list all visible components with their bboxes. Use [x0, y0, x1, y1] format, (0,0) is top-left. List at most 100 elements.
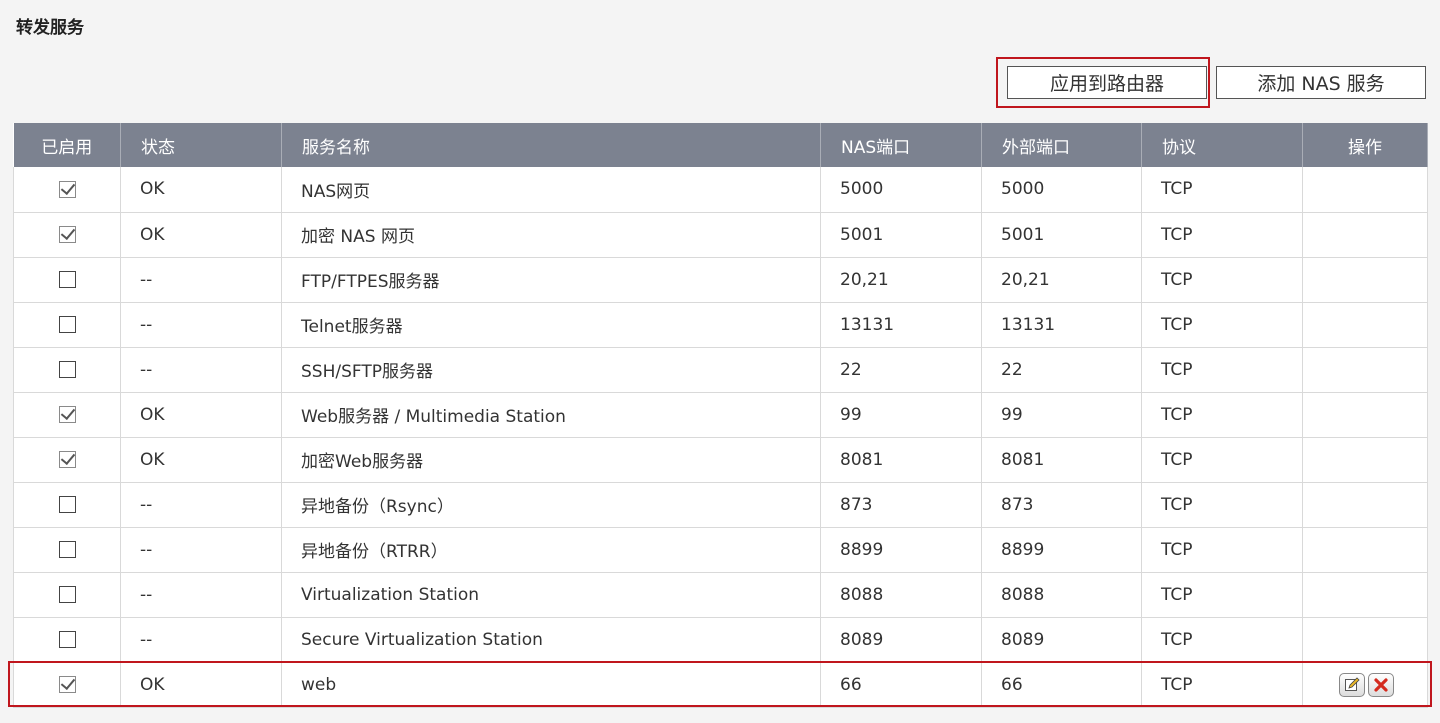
external-port-cell: 8081 [981, 437, 1142, 483]
nas-port-cell: 8899 [820, 527, 982, 573]
service-name-cell: SSH/SFTP服务器 [281, 347, 821, 393]
enabled-checkbox[interactable] [58, 496, 76, 513]
protocol-cell: TCP [1141, 527, 1303, 573]
table-row[interactable]: OK NAS网页 5000 5000 TCP [13, 167, 1428, 213]
enabled-checkbox[interactable] [58, 406, 76, 423]
enabled-cell [13, 347, 121, 393]
status-cell: OK [120, 662, 282, 708]
service-name-cell: FTP/FTPES服务器 [281, 257, 821, 303]
table-row[interactable]: -- Virtualization Station 8088 8088 TCP [13, 572, 1428, 618]
nas-port-cell: 873 [820, 482, 982, 528]
actions-cell [1302, 167, 1428, 213]
service-name-cell: web [281, 662, 821, 708]
status-cell: -- [120, 257, 282, 303]
table-row[interactable]: -- FTP/FTPES服务器 20,21 20,21 TCP [13, 257, 1428, 303]
table-row[interactable]: OK 加密 NAS 网页 5001 5001 TCP [13, 212, 1428, 258]
nas-port-cell: 5000 [820, 167, 982, 213]
column-header-actions: 操作 [1302, 123, 1428, 167]
table-header-row: 已启用 状态 服务名称 NAS端口 外部端口 协议 操作 [13, 123, 1428, 167]
enabled-checkbox[interactable] [58, 226, 76, 243]
status-cell: OK [120, 437, 282, 483]
external-port-cell: 8899 [981, 527, 1142, 573]
nas-port-cell: 8081 [820, 437, 982, 483]
column-header-nas-port[interactable]: NAS端口 [820, 123, 982, 167]
protocol-cell: TCP [1141, 257, 1303, 303]
enabled-cell [13, 257, 121, 303]
protocol-cell: TCP [1141, 167, 1303, 213]
external-port-cell: 873 [981, 482, 1142, 528]
service-name-cell: 异地备份（RTRR） [281, 527, 821, 573]
status-cell: OK [120, 212, 282, 258]
table-row[interactable]: -- Telnet服务器 13131 13131 TCP [13, 302, 1428, 348]
status-cell: -- [120, 482, 282, 528]
nas-port-cell: 22 [820, 347, 982, 393]
apply-to-router-button[interactable]: 应用到路由器 [1007, 66, 1207, 99]
actions-cell [1302, 392, 1428, 438]
enabled-checkbox[interactable] [58, 271, 76, 288]
enabled-checkbox[interactable] [58, 586, 76, 603]
enabled-checkbox[interactable] [58, 676, 76, 693]
service-name-cell: Secure Virtualization Station [281, 617, 821, 663]
column-header-status[interactable]: 状态 [120, 123, 282, 167]
enabled-checkbox[interactable] [58, 541, 76, 558]
service-name-cell: Telnet服务器 [281, 302, 821, 348]
table-row[interactable]: OK Web服务器 / Multimedia Station 99 99 TCP [13, 392, 1428, 438]
delete-icon[interactable] [1368, 672, 1394, 697]
external-port-cell: 13131 [981, 302, 1142, 348]
actions-cell [1302, 617, 1428, 663]
protocol-cell: TCP [1141, 392, 1303, 438]
service-name-cell: 加密 NAS 网页 [281, 212, 821, 258]
nas-port-cell: 13131 [820, 302, 982, 348]
actions-cell [1302, 482, 1428, 528]
table-row[interactable]: -- SSH/SFTP服务器 22 22 TCP [13, 347, 1428, 393]
actions-cell [1302, 527, 1428, 573]
nas-port-cell: 99 [820, 392, 982, 438]
enabled-checkbox[interactable] [58, 451, 76, 468]
edit-icon[interactable] [1339, 672, 1365, 697]
status-cell: OK [120, 167, 282, 213]
enabled-cell [13, 617, 121, 663]
nas-port-cell: 8089 [820, 617, 982, 663]
protocol-cell: TCP [1141, 572, 1303, 618]
column-header-external-port[interactable]: 外部端口 [981, 123, 1142, 167]
actions-cell [1302, 302, 1428, 348]
enabled-checkbox[interactable] [58, 361, 76, 378]
enabled-checkbox[interactable] [58, 316, 76, 333]
enabled-cell [13, 167, 121, 213]
nas-port-cell: 20,21 [820, 257, 982, 303]
service-name-cell: 异地备份（Rsync） [281, 482, 821, 528]
service-name-cell: NAS网页 [281, 167, 821, 213]
column-header-enabled[interactable]: 已启用 [13, 123, 121, 167]
enabled-cell [13, 527, 121, 573]
table-row[interactable]: OK 加密Web服务器 8081 8081 TCP [13, 437, 1428, 483]
table-row[interactable]: -- 异地备份（RTRR） 8899 8899 TCP [13, 527, 1428, 573]
enabled-checkbox[interactable] [58, 180, 76, 198]
service-name-cell: Virtualization Station [281, 572, 821, 618]
actions-cell [1302, 257, 1428, 303]
enabled-cell [13, 662, 121, 708]
external-port-cell: 8088 [981, 572, 1142, 618]
protocol-cell: TCP [1141, 302, 1303, 348]
status-cell: -- [120, 302, 282, 348]
status-cell: OK [120, 392, 282, 438]
table-row[interactable]: -- 异地备份（Rsync） 873 873 TCP [13, 482, 1428, 528]
enabled-cell [13, 302, 121, 348]
external-port-cell: 8089 [981, 617, 1142, 663]
enabled-checkbox[interactable] [58, 631, 76, 648]
column-header-protocol[interactable]: 协议 [1141, 123, 1303, 167]
column-header-service-name[interactable]: 服务名称 [281, 123, 821, 167]
external-port-cell: 22 [981, 347, 1142, 393]
external-port-cell: 66 [981, 662, 1142, 708]
protocol-cell: TCP [1141, 482, 1303, 528]
table-row[interactable]: -- Secure Virtualization Station 8089 8089 T… [13, 617, 1428, 663]
enabled-cell [13, 392, 121, 438]
protocol-cell: TCP [1141, 617, 1303, 663]
nas-port-cell: 66 [820, 662, 982, 708]
page-title: 转发服务 [16, 18, 84, 37]
actions-cell [1302, 662, 1428, 708]
service-name-cell: Web服务器 / Multimedia Station [281, 392, 821, 438]
table-row[interactable]: OK web 66 66 TCP [13, 662, 1428, 708]
enabled-cell [13, 212, 121, 258]
add-nas-service-button[interactable]: 添加 NAS 服务 [1216, 66, 1426, 99]
status-cell: -- [120, 527, 282, 573]
